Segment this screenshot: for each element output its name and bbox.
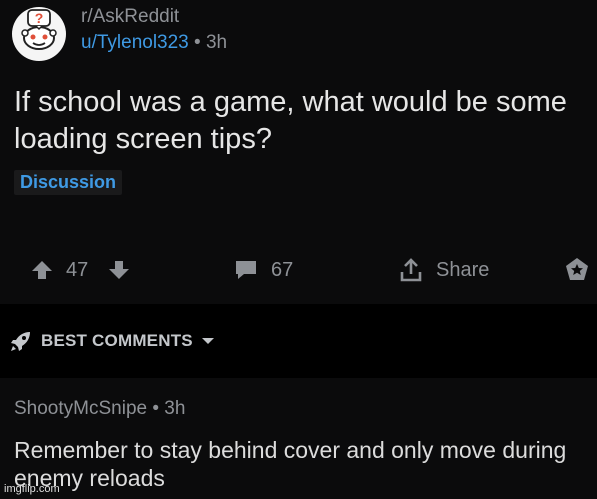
award-button[interactable] [563, 252, 591, 288]
upvote-arrow-icon [32, 261, 52, 279]
comments-button[interactable]: 67 [233, 252, 293, 288]
post-actions: 47 67 Share [0, 252, 597, 288]
share-icon [400, 258, 422, 282]
award-icon [566, 258, 588, 280]
meta-separator: • [194, 32, 201, 53]
comment-body: Remember to stay behind cover and only m… [14, 437, 567, 491]
comment-meta: ShootyMcSnipe • 3h [14, 398, 185, 420]
post-meta: u/Tylenol323 • 3h [81, 32, 227, 54]
comment-count: 67 [271, 258, 294, 281]
comment-bubble-icon [236, 261, 256, 279]
chevron-down-icon [201, 338, 214, 344]
subreddit-avatar[interactable]: ? [12, 7, 66, 61]
share-label: Share [436, 258, 490, 281]
share-button[interactable]: Share [398, 252, 489, 288]
svg-text:?: ? [35, 10, 44, 26]
downvote-arrow-icon [109, 261, 129, 279]
subreddit-name[interactable]: r/AskReddit [81, 6, 179, 28]
post-flair[interactable]: Discussion [14, 170, 123, 195]
reddit-snoo-icon: ? [21, 9, 57, 50]
sort-dropdown[interactable]: BEST COMMENTS [9, 329, 215, 353]
comments-sort-bar: BEST COMMENTS [0, 305, 597, 378]
comment-age: 3h [164, 398, 186, 419]
watermark: imgflip.com [4, 483, 60, 495]
post-card: ? r/AskReddit u/Tylenol323 • 3h If schoo… [0, 0, 597, 304]
post-title[interactable]: If school was a game, what would be some… [14, 84, 584, 158]
upvote-button[interactable] [30, 252, 54, 288]
comment-author[interactable]: ShootyMcSnipe [14, 398, 147, 419]
vote-count: 47 [66, 258, 89, 281]
rocket-icon [11, 332, 30, 351]
post-age: 3h [205, 32, 228, 53]
sort-label: BEST COMMENTS [41, 331, 193, 350]
comment-item: ShootyMcSnipe • 3h Remember to stay behi… [0, 378, 597, 499]
meta-separator: • [152, 398, 160, 419]
post-author[interactable]: u/Tylenol323 [81, 32, 189, 53]
downvote-button[interactable] [107, 252, 131, 288]
